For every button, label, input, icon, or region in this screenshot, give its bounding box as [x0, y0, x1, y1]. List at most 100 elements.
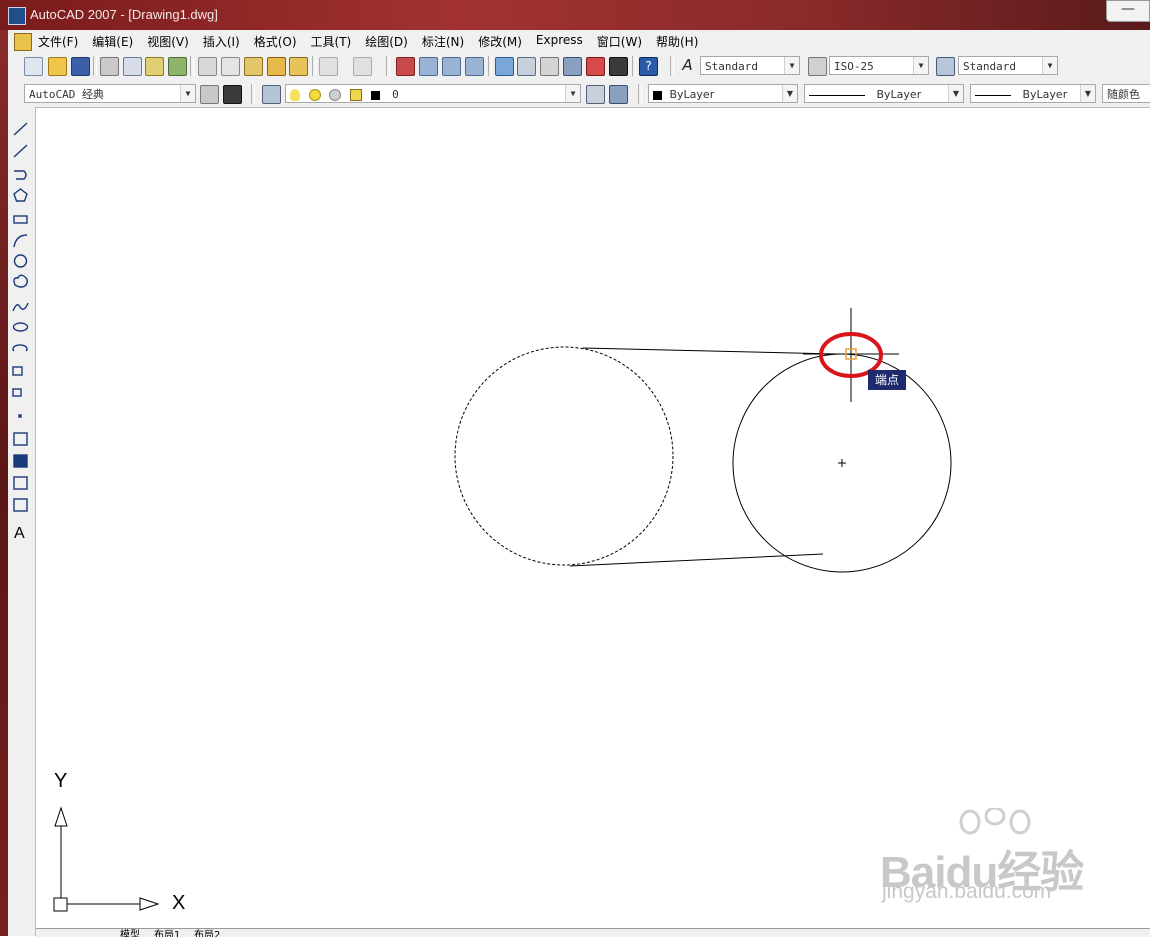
sheet-set-icon[interactable]: [563, 57, 582, 76]
menu-edit[interactable]: 编辑(E): [92, 33, 133, 50]
lineweight-control-select[interactable]: ByLayer ▼: [970, 84, 1096, 103]
line-tool-icon[interactable]: [13, 122, 28, 136]
ellipse-arc-icon[interactable]: [12, 344, 28, 352]
publish-icon[interactable]: [145, 57, 164, 76]
calculator-icon[interactable]: [609, 57, 628, 76]
ucs-origin-box: [53, 897, 68, 912]
block-editor-icon[interactable]: [289, 57, 308, 76]
paste-icon[interactable]: [244, 57, 263, 76]
toolbar-separator: [632, 56, 636, 76]
make-current-layer-icon[interactable]: [586, 85, 605, 104]
layer-lock-icon[interactable]: [349, 89, 362, 101]
document-icon[interactable]: [14, 33, 32, 51]
insert-block-icon[interactable]: [12, 366, 23, 376]
multiline-text-icon[interactable]: A: [14, 525, 25, 542]
color-control-select[interactable]: ByLayer ▼: [648, 84, 798, 103]
chevron-down-icon[interactable]: ▼: [948, 85, 963, 102]
preview-circle[interactable]: [454, 346, 674, 566]
menu-insert[interactable]: 插入(I): [203, 33, 240, 50]
toolbar-separator: [251, 84, 255, 104]
zoom-previous-icon[interactable]: [465, 57, 484, 76]
layer-manager-icon[interactable]: [262, 85, 281, 104]
table-icon[interactable]: [13, 498, 28, 512]
publish-web-icon[interactable]: [168, 57, 187, 76]
pan-realtime-icon[interactable]: [396, 57, 415, 76]
text-style-select[interactable]: Standard ▼: [700, 56, 800, 75]
polyline-icon[interactable]: [14, 170, 27, 180]
menu-view[interactable]: 视图(V): [147, 33, 189, 50]
revision-cloud-icon[interactable]: [13, 274, 28, 288]
autocad-app-icon[interactable]: [8, 7, 26, 25]
plot-style-control-select[interactable]: 随颜色: [1102, 84, 1150, 103]
menu-modify[interactable]: 修改(M): [478, 33, 522, 50]
gradient-icon[interactable]: [13, 454, 28, 468]
layer-previous-icon[interactable]: [609, 85, 628, 104]
toolbar-separator: [93, 56, 97, 76]
menu-draw[interactable]: 绘图(D): [365, 33, 408, 50]
menu-bar: 文件(F) 编辑(E) 视图(V) 插入(I) 格式(O) 工具(T) 绘图(D…: [8, 30, 1150, 53]
redo-icon[interactable]: [353, 57, 372, 76]
match-properties-icon[interactable]: [267, 57, 286, 76]
rectangle-icon[interactable]: [13, 215, 28, 224]
layer-viewport-icon[interactable]: [329, 89, 342, 101]
new-file-icon[interactable]: [24, 57, 43, 76]
undo-icon[interactable]: [319, 57, 338, 76]
menu-tools[interactable]: 工具(T): [311, 33, 352, 50]
chevron-down-icon[interactable]: ▼: [1080, 85, 1095, 102]
dimension-style-value: ISO-25: [834, 60, 874, 73]
spline-icon[interactable]: [12, 302, 29, 312]
open-folder-icon[interactable]: [48, 57, 67, 76]
workspace-settings-icon[interactable]: [200, 85, 219, 104]
cut-icon[interactable]: [198, 57, 217, 76]
table-style-select[interactable]: Standard ▼: [958, 56, 1058, 75]
table-style-value: Standard: [963, 60, 1016, 73]
tool-palettes-icon[interactable]: [540, 57, 559, 76]
workspace-value: AutoCAD 经典: [29, 88, 104, 101]
save-workspace-icon[interactable]: [223, 85, 242, 104]
layer-select[interactable]: 0 ▼: [285, 84, 581, 103]
save-icon[interactable]: [71, 57, 90, 76]
construction-line-icon[interactable]: [13, 144, 28, 158]
minimize-button[interactable]: —: [1106, 0, 1150, 22]
ellipse-icon[interactable]: [12, 322, 29, 332]
zoom-window-icon[interactable]: [442, 57, 461, 76]
chevron-down-icon[interactable]: ▼: [913, 57, 928, 74]
ucs-x-arrow: [139, 897, 160, 911]
linetype-control-select[interactable]: ByLayer ▼: [804, 84, 964, 103]
menu-format[interactable]: 格式(O): [254, 33, 297, 50]
chevron-down-icon[interactable]: ▼: [180, 85, 195, 102]
zoom-realtime-icon[interactable]: [419, 57, 438, 76]
arc-icon[interactable]: [13, 234, 28, 248]
lineweight-value: ByLayer: [1022, 88, 1068, 101]
chevron-down-icon[interactable]: ▼: [565, 85, 580, 102]
menu-express[interactable]: Express: [536, 33, 583, 50]
markup-icon[interactable]: [586, 57, 605, 76]
chevron-down-icon[interactable]: ▼: [1042, 57, 1057, 74]
make-block-icon[interactable]: [12, 388, 22, 397]
polygon-icon[interactable]: [13, 188, 28, 202]
toolbar-separator: [488, 56, 492, 76]
workspace-select[interactable]: AutoCAD 经典 ▼: [24, 84, 196, 103]
ucs-y-label: Y: [54, 770, 68, 792]
plot-preview-icon[interactable]: [123, 57, 142, 76]
menu-window[interactable]: 窗口(W): [597, 33, 642, 50]
circle-icon[interactable]: [13, 254, 28, 268]
dimension-style-select[interactable]: ISO-25 ▼: [829, 56, 929, 75]
snap-tooltip: 端点: [868, 370, 906, 390]
hatch-icon[interactable]: [13, 432, 28, 446]
chevron-down-icon[interactable]: ▼: [784, 57, 799, 74]
plot-icon[interactable]: [100, 57, 119, 76]
menu-help[interactable]: 帮助(H): [656, 33, 698, 50]
layer-thaw-icon[interactable]: [308, 89, 321, 101]
point-icon[interactable]: [18, 414, 22, 418]
properties-icon[interactable]: [495, 57, 514, 76]
region-icon[interactable]: [13, 476, 28, 490]
chevron-down-icon[interactable]: ▼: [782, 85, 797, 102]
layer-on-icon[interactable]: [290, 89, 300, 101]
menu-dimension[interactable]: 标注(N): [422, 33, 464, 50]
tangent-line-top[interactable]: [582, 347, 837, 355]
help-icon[interactable]: ?: [639, 57, 658, 76]
design-center-icon[interactable]: [517, 57, 536, 76]
copy-icon[interactable]: [221, 57, 240, 76]
menu-file[interactable]: 文件(F): [38, 33, 78, 50]
